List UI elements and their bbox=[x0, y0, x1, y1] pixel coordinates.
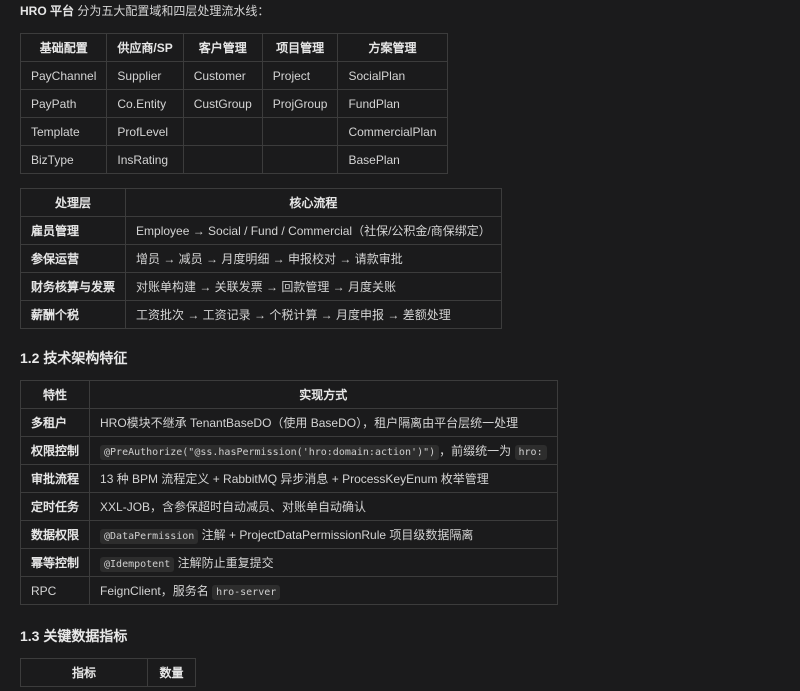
inline-code: hro-server bbox=[212, 585, 281, 600]
table-cell bbox=[182, 145, 263, 174]
table-cell bbox=[182, 117, 263, 146]
table-cell-layer: 财务核算与发票 bbox=[19, 272, 127, 301]
table-row: 财务核算与发票 对账单构建 → 关联发票 → 回款管理 → 月度关账 bbox=[19, 272, 502, 301]
table-cell: ProfLevel bbox=[106, 117, 184, 146]
table-header-cell: 数量 bbox=[147, 658, 196, 687]
table-cell: Customer bbox=[182, 61, 263, 90]
table-cell-feature: RPC bbox=[19, 576, 91, 605]
section-heading-1-3: 1.3 关键数据指标 bbox=[20, 628, 128, 644]
table-cell-impl: @PreAuthorize("@ss.hasPermission('hro:do… bbox=[89, 436, 558, 465]
table-header-cell: 指标 bbox=[20, 658, 148, 687]
table-header-row: 特性 实现方式 bbox=[19, 380, 558, 409]
intro-brand: HRO 平台 bbox=[20, 4, 75, 18]
table-cell-impl: 13 种 BPM 流程定义 + RabbitMQ 异步消息 + ProcessK… bbox=[89, 464, 558, 493]
key-metrics-table: 指标 数量 bbox=[20, 658, 196, 687]
table-cell-impl: FeignClient，服务名 hro-server bbox=[89, 576, 558, 605]
table-cell: ProjGroup bbox=[261, 89, 339, 118]
table-header-cell: 方案管理 bbox=[337, 33, 448, 62]
table-cell-layer: 雇员管理 bbox=[19, 216, 127, 245]
section-heading-1-2: 1.2 技术架构特征 bbox=[20, 350, 128, 366]
table-cell-layer: 薪酬个税 bbox=[19, 300, 127, 329]
table-cell: Project bbox=[261, 61, 339, 90]
table-cell-impl: HRO模块不继承 TenantBaseDO（使用 BaseDO），租户隔离由平台… bbox=[89, 408, 558, 437]
table-cell-flow: 增员 → 减员 → 月度明细 → 申报校对 → 请款审批 bbox=[125, 244, 502, 273]
document-page: HRO 平台 分为五大配置域和四层处理流水线： 基础配置 供应商/SP 客户管理… bbox=[0, 0, 800, 691]
table-header-row: 指标 数量 bbox=[20, 658, 196, 687]
table-cell: InsRating bbox=[106, 145, 184, 174]
table-cell-impl: @Idempotent 注解防止重复提交 bbox=[89, 548, 558, 577]
table-cell-feature: 幂等控制 bbox=[19, 548, 91, 577]
intro-text: 分为五大配置域和四层处理流水线： bbox=[74, 4, 270, 18]
architecture-features-table: 特性 实现方式 多租户 HRO模块不继承 TenantBaseDO（使用 Bas… bbox=[19, 380, 558, 605]
inline-code: @Idempotent bbox=[100, 557, 175, 572]
table-row: 数据权限 @DataPermission 注解 + ProjectDataPer… bbox=[19, 520, 558, 549]
table-header-cell: 实现方式 bbox=[89, 380, 558, 409]
table-row: 薪酬个税 工资批次 → 工资记录 → 个税计算 → 月度申报 → 差额处理 bbox=[19, 300, 502, 329]
table-cell: PayPath bbox=[19, 89, 108, 118]
table-cell-feature: 多租户 bbox=[19, 408, 91, 437]
inline-code: hro: bbox=[514, 445, 547, 460]
table-cell: BizType bbox=[19, 145, 108, 174]
pipeline-layers-table: 处理层 核心流程 雇员管理 Employee → Social / Fund /… bbox=[19, 188, 502, 329]
table-header-row: 基础配置 供应商/SP 客户管理 项目管理 方案管理 bbox=[19, 33, 448, 62]
table-row: PayChannel Supplier Customer Project Soc… bbox=[19, 61, 448, 90]
table-row: Template ProfLevel CommercialPlan bbox=[19, 117, 448, 146]
table-cell-impl: XXL-JOB，含参保超时自动减员、对账单自动确认 bbox=[89, 492, 558, 521]
table-cell: SocialPlan bbox=[337, 61, 448, 90]
table-row: 定时任务 XXL-JOB，含参保超时自动减员、对账单自动确认 bbox=[19, 492, 558, 521]
table-row: 参保运营 增员 → 减员 → 月度明细 → 申报校对 → 请款审批 bbox=[19, 244, 502, 273]
table-cell-impl: @DataPermission 注解 + ProjectDataPermissi… bbox=[89, 520, 558, 549]
inline-code: @DataPermission bbox=[100, 529, 199, 544]
table-cell-layer: 参保运营 bbox=[19, 244, 127, 273]
table-header-cell: 客户管理 bbox=[182, 33, 263, 62]
table-cell bbox=[261, 117, 339, 146]
table-row: 多租户 HRO模块不继承 TenantBaseDO（使用 BaseDO），租户隔… bbox=[19, 408, 558, 437]
table-row: 雇员管理 Employee → Social / Fund / Commerci… bbox=[19, 216, 502, 245]
impl-text: XXL-JOB，含参保超时自动减员、对账单自动确认 bbox=[100, 500, 367, 514]
table-cell-flow: Employee → Social / Fund / Commercial（社保… bbox=[125, 216, 502, 245]
table-row: 权限控制 @PreAuthorize("@ss.hasPermission('h… bbox=[19, 436, 558, 465]
table-cell-feature: 定时任务 bbox=[19, 492, 91, 521]
table-header-cell: 特性 bbox=[19, 380, 91, 409]
table-row: RPC FeignClient，服务名 hro-server bbox=[19, 576, 558, 605]
table-header-cell: 核心流程 bbox=[125, 188, 502, 217]
table-cell-flow: 对账单构建 → 关联发票 → 回款管理 → 月度关账 bbox=[125, 272, 502, 301]
table-header-cell: 基础配置 bbox=[19, 33, 108, 62]
table-cell: Template bbox=[19, 117, 108, 146]
table-header-row: 处理层 核心流程 bbox=[19, 188, 502, 217]
table-cell: CustGroup bbox=[182, 89, 263, 118]
table-cell: CommercialPlan bbox=[337, 117, 448, 146]
table-cell: PayChannel bbox=[19, 61, 108, 90]
table-cell-feature: 权限控制 bbox=[19, 436, 91, 465]
table-cell: FundPlan bbox=[337, 89, 448, 118]
table-header-cell: 处理层 bbox=[19, 188, 127, 217]
table-row: PayPath Co.Entity CustGroup ProjGroup Fu… bbox=[19, 89, 448, 118]
table-cell-feature: 数据权限 bbox=[19, 520, 91, 549]
table-cell: Supplier bbox=[106, 61, 184, 90]
impl-text: 13 种 BPM 流程定义 + RabbitMQ 异步消息 + ProcessK… bbox=[100, 472, 489, 486]
table-header-cell: 项目管理 bbox=[261, 33, 339, 62]
impl-text: FeignClient，服务名 bbox=[100, 584, 209, 598]
table-cell: Co.Entity bbox=[106, 89, 184, 118]
table-cell bbox=[261, 145, 339, 174]
intro-paragraph: HRO 平台 分为五大配置域和四层处理流水线： bbox=[20, 3, 269, 19]
table-row: BizType InsRating BasePlan bbox=[19, 145, 448, 174]
table-row: 审批流程 13 种 BPM 流程定义 + RabbitMQ 异步消息 + Pro… bbox=[19, 464, 558, 493]
table-row: 幂等控制 @Idempotent 注解防止重复提交 bbox=[19, 548, 558, 577]
impl-text: 注解防止重复提交 bbox=[174, 556, 274, 570]
impl-text: ，前缀统一为 bbox=[439, 444, 512, 458]
inline-code: @PreAuthorize("@ss.hasPermission('hro:do… bbox=[100, 445, 440, 460]
table-cell-feature: 审批流程 bbox=[19, 464, 91, 493]
impl-text: HRO模块不继承 TenantBaseDO（使用 BaseDO），租户隔离由平台… bbox=[100, 416, 519, 430]
table-header-cell: 供应商/SP bbox=[106, 33, 184, 62]
config-domains-table: 基础配置 供应商/SP 客户管理 项目管理 方案管理 PayChannel Su… bbox=[19, 33, 448, 174]
impl-text: 注解 + ProjectDataPermissionRule 项目级数据隔离 bbox=[198, 528, 474, 542]
table-cell-flow: 工资批次 → 工资记录 → 个税计算 → 月度申报 → 差额处理 bbox=[125, 300, 502, 329]
table-cell: BasePlan bbox=[337, 145, 448, 174]
